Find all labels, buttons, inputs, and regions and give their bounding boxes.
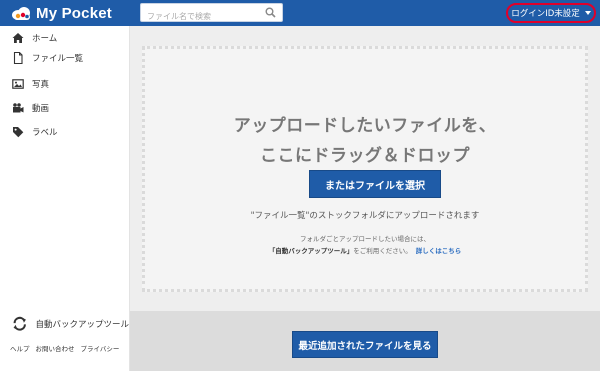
folder-hint-line1: フォルダごとアップロードしたい場合には、	[300, 235, 430, 243]
sidebar-item-file-list[interactable]: ファイル一覧	[0, 46, 129, 70]
sidebar-item-labels[interactable]: ラベル	[0, 120, 129, 144]
folder-hint-line2: 「自動バックアップツール」をご利用ください。 詳しくはこちら	[145, 245, 585, 257]
sidebar-item-label: 写真	[32, 80, 50, 90]
search-icon[interactable]	[265, 7, 276, 18]
drop-title-line1: アップロードしたいファイルを、	[233, 116, 497, 136]
sidebar-item-backup-tool[interactable]: 自動バックアップツール	[0, 314, 129, 334]
sidebar-item-label: ラベル	[32, 128, 58, 138]
backup-tool-label: 自動バックアップツール	[35, 320, 129, 330]
sidebar-item-label: ホーム	[32, 34, 58, 44]
sync-icon	[13, 317, 26, 331]
tag-icon	[13, 127, 24, 138]
search-box	[140, 3, 283, 25]
logo-text: My Pocket	[36, 4, 112, 22]
folder-hint: フォルダごとアップロードしたい場合には、 「自動バックアップツール」をご利用くだ…	[145, 233, 585, 257]
bottom-band: 最近追加されたファイルを見る	[130, 311, 600, 371]
recent-files-button[interactable]: 最近追加されたファイルを見る	[292, 331, 438, 358]
details-link[interactable]: 詳しくはこちら	[416, 247, 462, 255]
select-file-button[interactable]: またはファイルを選択	[309, 170, 441, 198]
home-icon	[12, 33, 24, 43]
top-header: My Pocket ログインID未設定	[0, 0, 600, 26]
backup-tool-mention: 「自動バックアップツール」	[268, 247, 354, 255]
cloud-logo-icon	[12, 7, 30, 20]
sidebar-item-videos[interactable]: 動画	[0, 96, 129, 120]
main-content: アップロードしたいファイルを、 ここにドラッグ＆ドロップ またはファイルを選択 …	[130, 26, 600, 371]
login-dropdown[interactable]: ログインID未設定	[506, 3, 596, 23]
folder-hint-tail: をご利用ください。	[353, 247, 412, 255]
chevron-down-icon	[584, 11, 591, 15]
drop-title-line2: ここにドラッグ＆ドロップ	[260, 146, 470, 166]
search-input[interactable]	[147, 8, 265, 25]
upload-dropzone[interactable]: アップロードしたいファイルを、 ここにドラッグ＆ドロップ またはファイルを選択 …	[142, 46, 588, 292]
sidebar: ホーム ファイル一覧 写真 動画 ラベル 自動バックアップツール ヘルプ お問い…	[0, 26, 130, 371]
file-icon	[13, 52, 23, 64]
photo-icon	[12, 79, 24, 89]
sidebar-item-label: 動画	[32, 104, 50, 114]
sidebar-item-label: ファイル一覧	[32, 54, 84, 64]
help-link[interactable]: ヘルプ	[10, 343, 30, 353]
sidebar-item-photos[interactable]: 写真	[0, 72, 129, 96]
upload-hint: "ファイル一覧"のストックフォルダにアップロードされます	[250, 211, 480, 221]
footer-links: ヘルプ お問い合わせ プライバシー	[10, 343, 119, 353]
contact-link[interactable]: お問い合わせ	[36, 343, 75, 353]
video-icon	[13, 103, 24, 113]
logo[interactable]: My Pocket	[10, 3, 112, 23]
privacy-link[interactable]: プライバシー	[81, 343, 120, 353]
login-label: ログインID未設定	[511, 9, 580, 19]
